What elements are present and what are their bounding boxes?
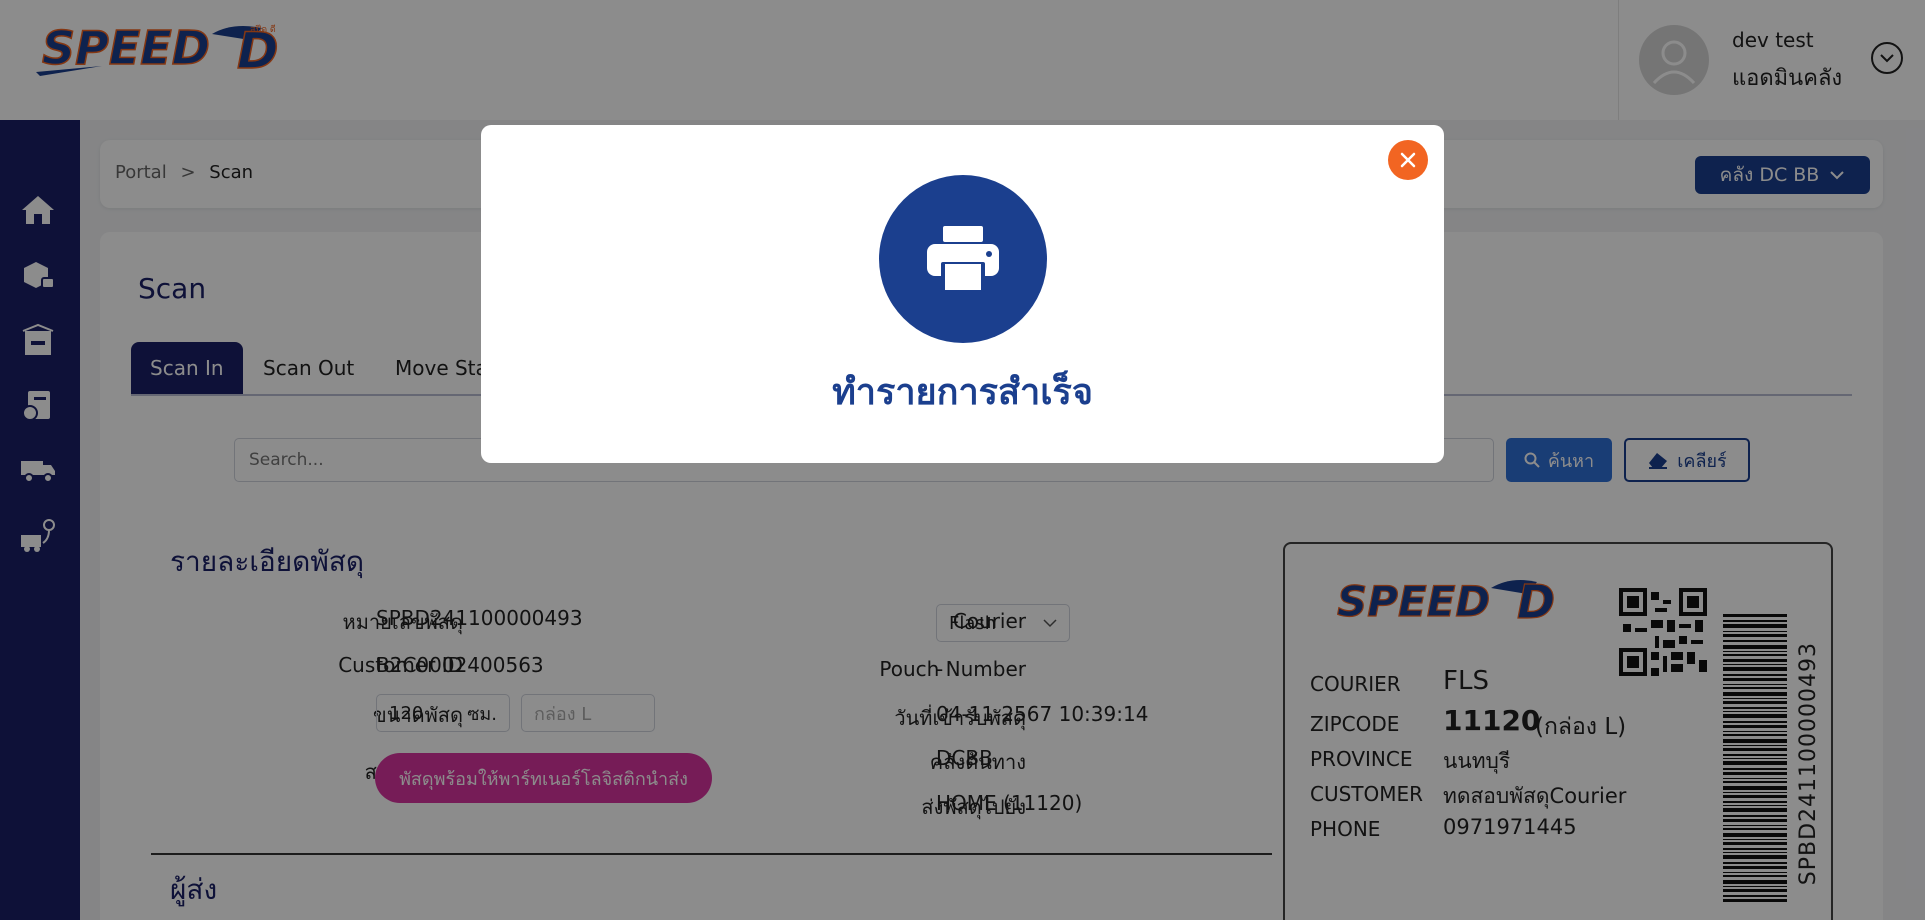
printer-icon bbox=[879, 175, 1047, 343]
close-icon[interactable] bbox=[1388, 140, 1428, 180]
success-modal: ทำรายการสำเร็จ bbox=[481, 125, 1444, 463]
success-message: ทำรายการสำเร็จ bbox=[832, 372, 1093, 413]
